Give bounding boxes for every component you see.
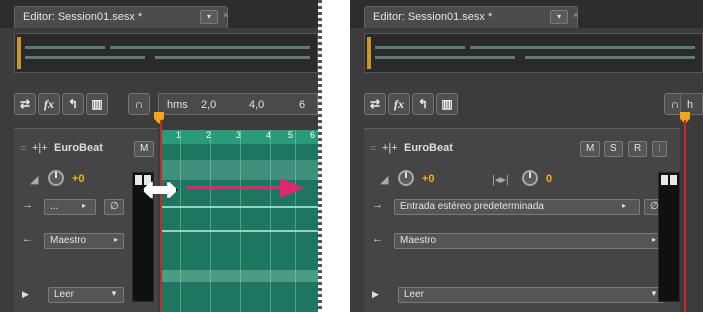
track-grip-icon: = xyxy=(20,143,27,155)
track-name[interactable]: EuroBeat xyxy=(404,142,453,154)
monitor-input-button[interactable]: I xyxy=(652,141,667,157)
time-ruler[interactable]: h xyxy=(680,93,703,115)
output-select[interactable]: Maestro xyxy=(44,233,124,249)
pan-value[interactable]: 0 xyxy=(546,173,552,185)
overview-selection[interactable] xyxy=(17,37,21,69)
level-meter xyxy=(658,172,680,302)
close-icon[interactable]: × xyxy=(223,10,228,20)
automation-mode-select[interactable]: Leer xyxy=(398,287,664,303)
tab-menu-button[interactable]: ▾ xyxy=(550,10,568,24)
tab-bar: Editor: Session01.sesx * ▾ × xyxy=(0,0,318,28)
drag-direction-arrow-icon xyxy=(186,186,286,189)
editor-tab[interactable]: Editor: Session01.sesx * ▾ × xyxy=(14,6,228,28)
session-overview[interactable] xyxy=(14,33,318,73)
pan-icon: |◂▸| xyxy=(492,174,509,186)
close-icon[interactable]: × xyxy=(573,10,578,20)
input-select[interactable]: Entrada estéreo predeterminada xyxy=(394,199,640,215)
output-arrow-icon: ← xyxy=(22,233,33,245)
volume-value[interactable]: +0 xyxy=(422,173,435,185)
panel-divider xyxy=(318,0,322,312)
output-select-arrow-icon: ▸ xyxy=(114,235,119,244)
ruler-tick-label: 2,0 xyxy=(201,99,217,111)
track-grip-icon: = xyxy=(370,143,377,155)
mute-button[interactable]: M xyxy=(134,141,155,157)
automation-expand-icon[interactable]: ▶ xyxy=(22,289,29,300)
volume-value[interactable]: +0 xyxy=(72,173,85,185)
swap-icon[interactable]: ⇄ xyxy=(14,93,36,115)
right-editor-panel: Editor: Session01.sesx * ▾ × ⇄ fx ↰ ▥ ∩ … xyxy=(350,0,703,312)
editor-tab[interactable]: Editor: Session01.sesx * ▾ × xyxy=(364,6,578,28)
playhead-line[interactable] xyxy=(684,120,686,312)
swap-icon[interactable]: ⇄ xyxy=(364,93,386,115)
eq-icon[interactable]: ▥ xyxy=(436,93,458,115)
output-select[interactable]: Maestro xyxy=(394,233,664,249)
ruler-tick-label: 4,0 xyxy=(249,99,265,111)
track-name[interactable]: EuroBeat xyxy=(54,142,103,154)
track-header: = +|+ EuroBeat M S R I ◢ +0 |◂▸| 0 → Ent… xyxy=(364,128,680,312)
sends-icon[interactable]: ↰ xyxy=(62,93,84,115)
volume-knob[interactable] xyxy=(48,170,64,186)
chevron-down-icon: ▼ xyxy=(110,289,118,298)
sends-icon[interactable]: ↰ xyxy=(412,93,434,115)
headphones-icon[interactable]: ∩ xyxy=(128,93,150,115)
input-select-arrow-icon: ▸ xyxy=(82,201,87,210)
fx-icon[interactable]: fx xyxy=(388,93,410,115)
tab-menu-button[interactable]: ▾ xyxy=(200,10,218,24)
eq-icon[interactable]: ▥ xyxy=(86,93,108,115)
ruler-tick-label: 6 xyxy=(299,99,306,111)
left-editor-panel: Editor: Session01.sesx * ▾ × ⇄ fx ↰ ▥ ∩ … xyxy=(0,0,318,312)
tab-bar: Editor: Session01.sesx * ▾ × xyxy=(350,0,703,28)
input-arrow-icon: → xyxy=(372,199,383,211)
output-select-arrow-icon: ▸ xyxy=(652,235,657,244)
editor-tab-title: Editor: Session01.sesx * xyxy=(23,11,143,23)
playhead-line[interactable] xyxy=(160,120,162,312)
time-ruler[interactable]: hms 2,0 4,0 6 xyxy=(158,93,318,115)
playhead-marker[interactable] xyxy=(154,112,164,124)
audio-clip[interactable]: 1 2 3 4 5 6 xyxy=(160,130,318,312)
chevron-down-icon: ▼ xyxy=(650,289,658,298)
record-arm-button[interactable]: R xyxy=(628,141,648,157)
mute-button[interactable]: M xyxy=(580,141,601,157)
track-type-icon: +|+ xyxy=(382,142,398,154)
input-select[interactable]: ... xyxy=(44,199,96,215)
bypass-button[interactable]: ∅ xyxy=(104,199,124,215)
pan-knob[interactable] xyxy=(522,170,538,186)
volume-icon: ◢ xyxy=(380,174,389,186)
ruler-units-label: h xyxy=(687,99,694,111)
ruler-units-label: hms xyxy=(167,99,188,111)
clip-marker: 6 xyxy=(310,130,316,140)
track-type-icon: +|+ xyxy=(32,142,48,154)
output-arrow-icon: ← xyxy=(372,233,383,245)
clip-marker: 5 xyxy=(288,130,294,140)
editor-tab-title: Editor: Session01.sesx * xyxy=(373,11,493,23)
input-arrow-icon: → xyxy=(22,199,33,211)
volume-icon: ◢ xyxy=(30,174,39,186)
fx-icon[interactable]: fx xyxy=(38,93,60,115)
input-select-arrow-icon: ▸ xyxy=(622,201,627,210)
overview-selection[interactable] xyxy=(367,37,371,69)
session-overview[interactable] xyxy=(364,33,703,73)
solo-button[interactable]: S xyxy=(604,141,623,157)
automation-expand-icon[interactable]: ▶ xyxy=(372,289,379,300)
volume-knob[interactable] xyxy=(398,170,414,186)
